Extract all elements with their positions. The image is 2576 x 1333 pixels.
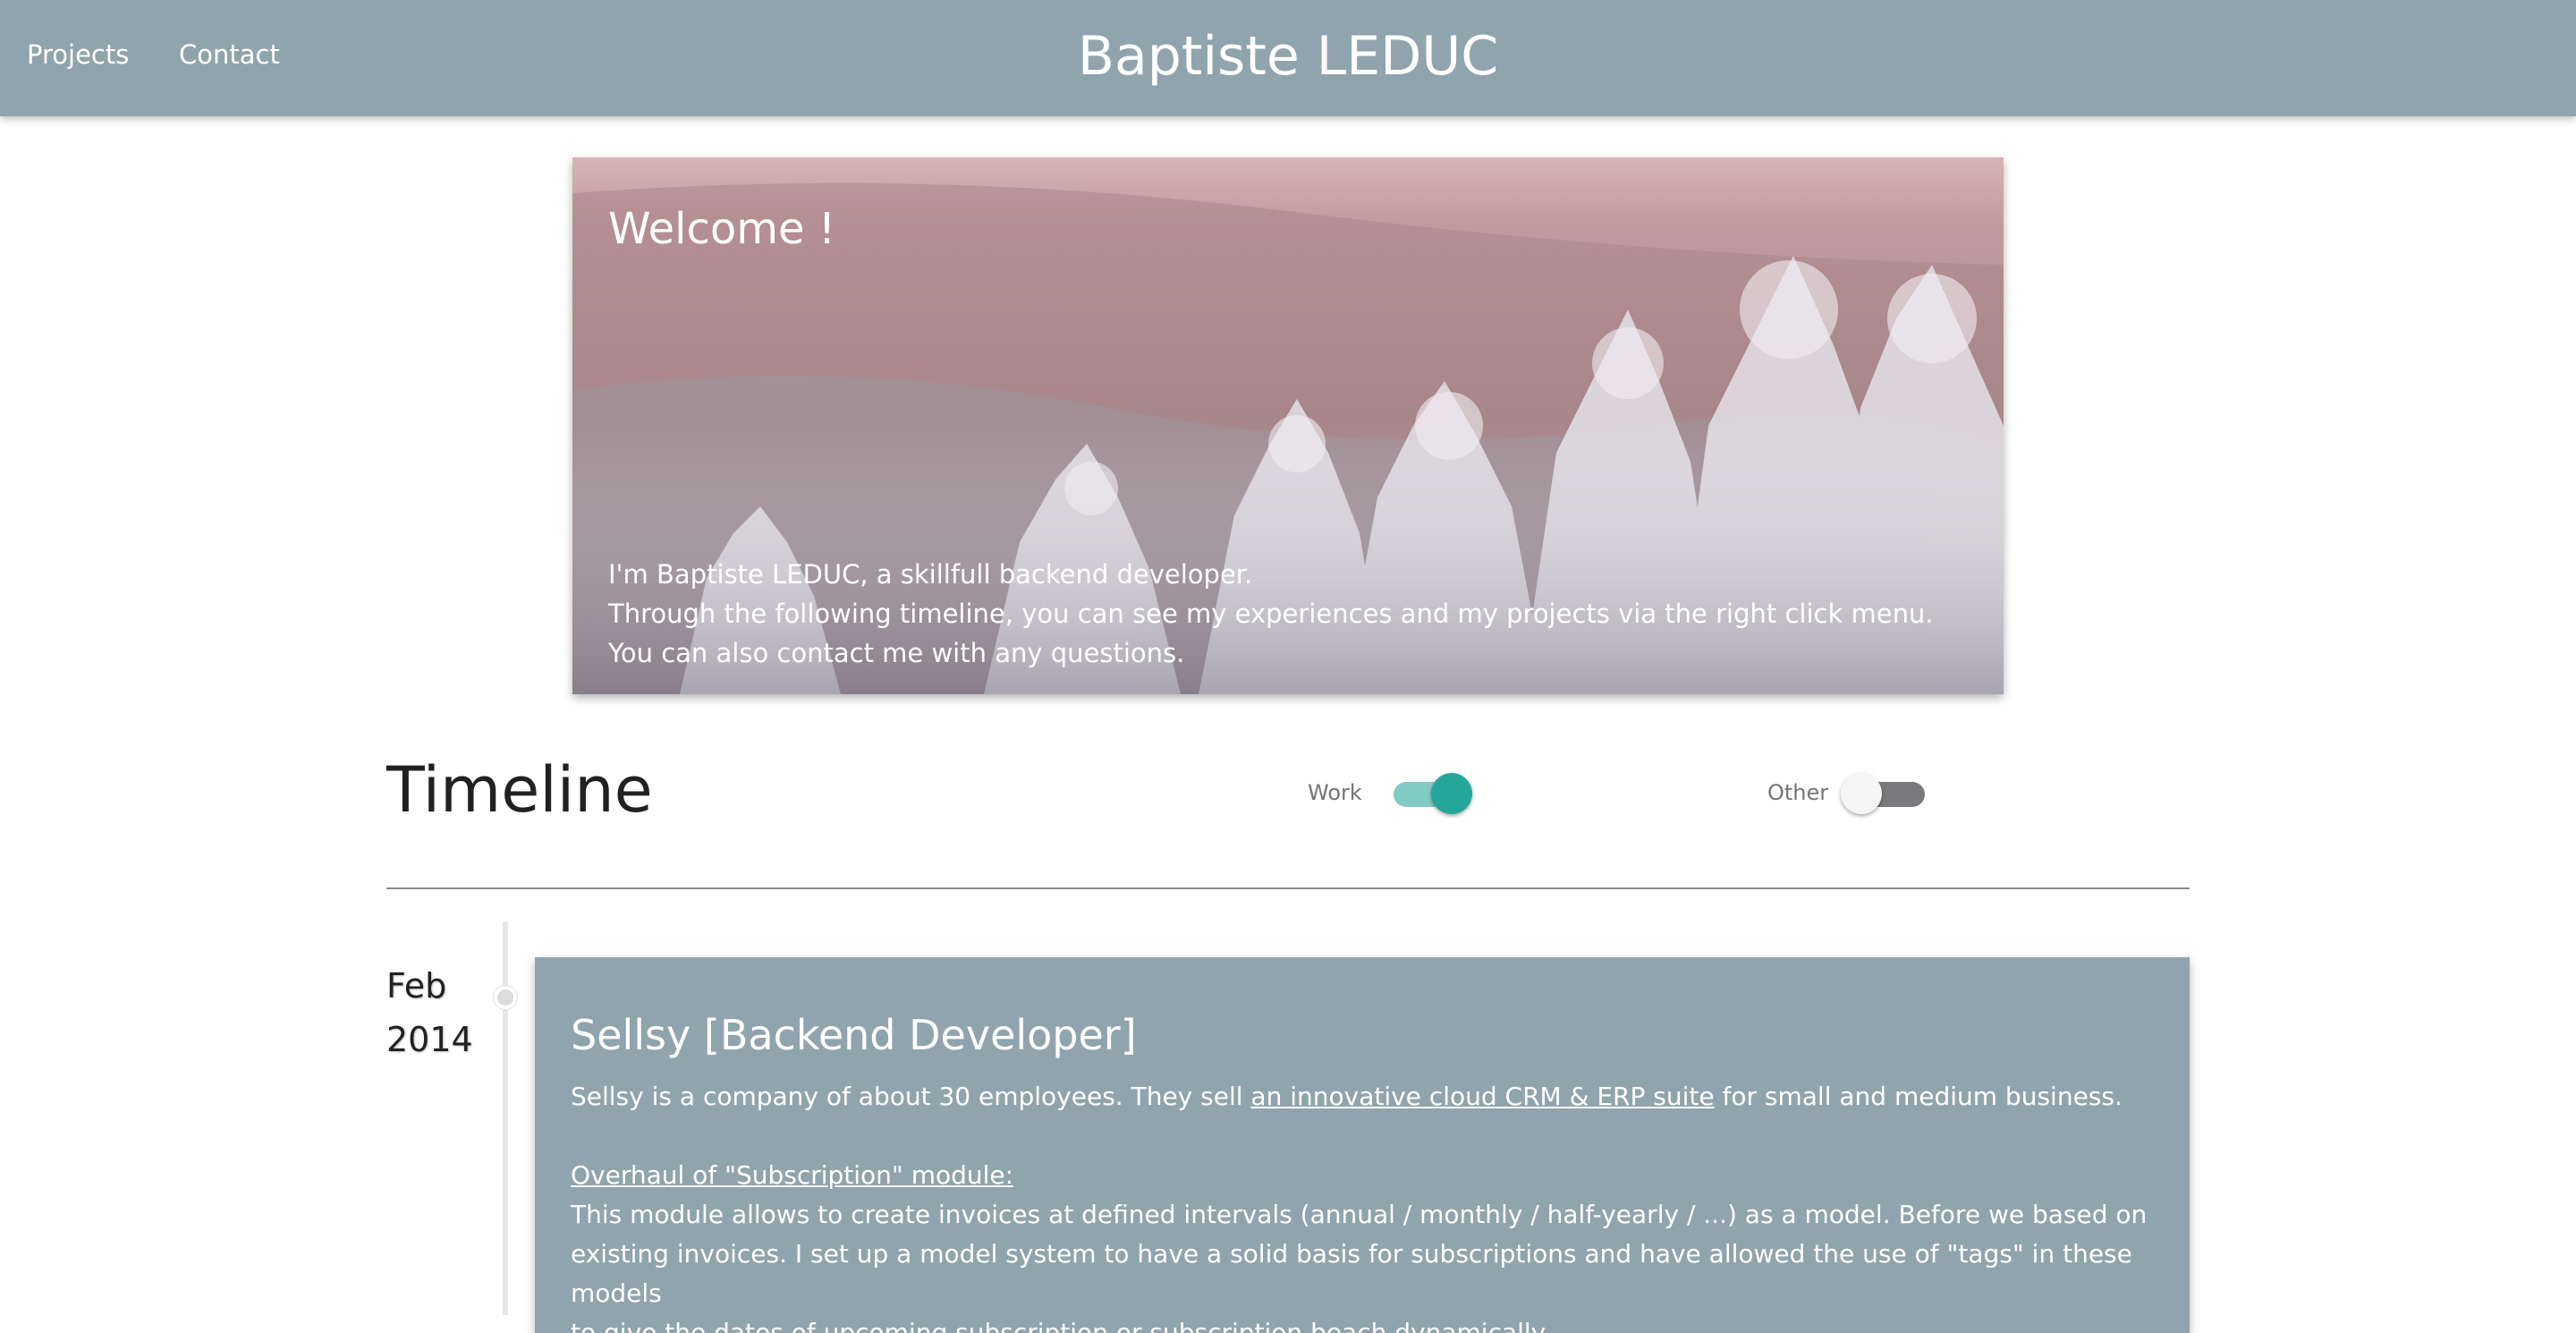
entry-title: Sellsy [Backend Developer]	[571, 1011, 1137, 1059]
entry-date-month: Feb	[386, 966, 447, 1006]
welcome-line: Through the following timeline, you can …	[608, 599, 1934, 629]
section-line: existing invoices. I set up a model syst…	[571, 1239, 2132, 1308]
welcome-text: I'm Baptiste LEDUC, a skillfull backend …	[608, 555, 1934, 673]
work-filter-toggle[interactable]	[1390, 773, 1476, 814]
section-heading: Overhaul of "Subscription" module:	[571, 1160, 1014, 1190]
toggle-thumb	[1431, 773, 1472, 814]
timeline-title: Timeline	[386, 753, 653, 827]
entry-intro: Sellsy is a company of about 30 employee…	[571, 1077, 2154, 1116]
timeline-dot	[494, 986, 517, 1009]
timeline-divider	[386, 887, 2190, 889]
welcome-line: You can also contact me with any questio…	[608, 638, 1185, 668]
section-line: to give the dates of upcoming subscripti…	[571, 1318, 1551, 1333]
entry-body: Sellsy is a company of about 30 employee…	[571, 1077, 2154, 1333]
entry-intro-text: for small and medium business.	[1714, 1082, 2123, 1111]
other-filter-label: Other	[1767, 780, 1829, 805]
site-header: Projects Contact Baptiste LEDUC	[0, 0, 2576, 116]
crm-erp-link[interactable]: an innovative cloud CRM & ERP suite	[1250, 1082, 1714, 1111]
timeline-line	[503, 921, 508, 1315]
other-filter-toggle[interactable]	[1841, 773, 1928, 814]
welcome-hero: Welcome ! I'm Baptiste LEDUC, a skillful…	[572, 157, 2004, 694]
entry-date: Feb 2014	[386, 959, 473, 1066]
entry-intro-text: Sellsy is a company of about 30 employee…	[571, 1082, 1251, 1111]
section-line: This module allows to create invoices at…	[571, 1200, 2148, 1229]
welcome-line: I'm Baptiste LEDUC, a skillfull backend …	[608, 559, 1253, 590]
entry-date-year: 2014	[386, 1020, 473, 1059]
welcome-heading: Welcome !	[608, 204, 836, 254]
timeline-entry-card: Sellsy [Backend Developer] Sellsy is a c…	[535, 957, 2190, 1333]
toggle-thumb	[1841, 773, 1882, 814]
site-title: Baptiste LEDUC	[1077, 25, 1499, 88]
work-filter-label: Work	[1308, 780, 1362, 805]
